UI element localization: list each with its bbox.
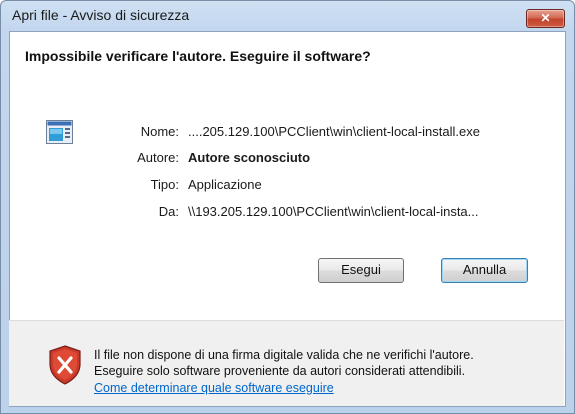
title-bar[interactable]: Apri file - Avviso di sicurezza ✕ <box>1 1 574 31</box>
cancel-button[interactable]: Annulla <box>441 258 528 283</box>
close-icon: ✕ <box>540 11 551 25</box>
from-value: \\193.205.129.100\PCClient\win\client-lo… <box>188 204 479 219</box>
window-title: Apri file - Avviso di sicurezza <box>12 7 190 23</box>
help-link[interactable]: Come determinare quale software eseguire <box>94 381 334 395</box>
type-label: Tipo: <box>150 177 179 192</box>
from-label: Da: <box>158 204 179 219</box>
application-window-icon <box>46 120 73 144</box>
run-button[interactable]: Esegui <box>318 258 404 283</box>
name-value: ....205.129.100\PCClient\win\client-loca… <box>188 124 480 139</box>
warning-heading: Impossibile verificare l'autore. Eseguir… <box>25 48 371 64</box>
warning-message-line2: Eseguire solo software proveniente da au… <box>94 364 466 378</box>
author-value: Autore sconosciuto <box>188 150 311 165</box>
name-label: Nome: <box>140 124 179 139</box>
close-button[interactable]: ✕ <box>526 9 565 28</box>
author-label: Autore: <box>137 150 179 165</box>
security-shield-error-icon <box>49 345 81 385</box>
type-value: Applicazione <box>188 177 262 192</box>
warning-message-line1: Il file non dispone di una firma digital… <box>94 348 474 362</box>
